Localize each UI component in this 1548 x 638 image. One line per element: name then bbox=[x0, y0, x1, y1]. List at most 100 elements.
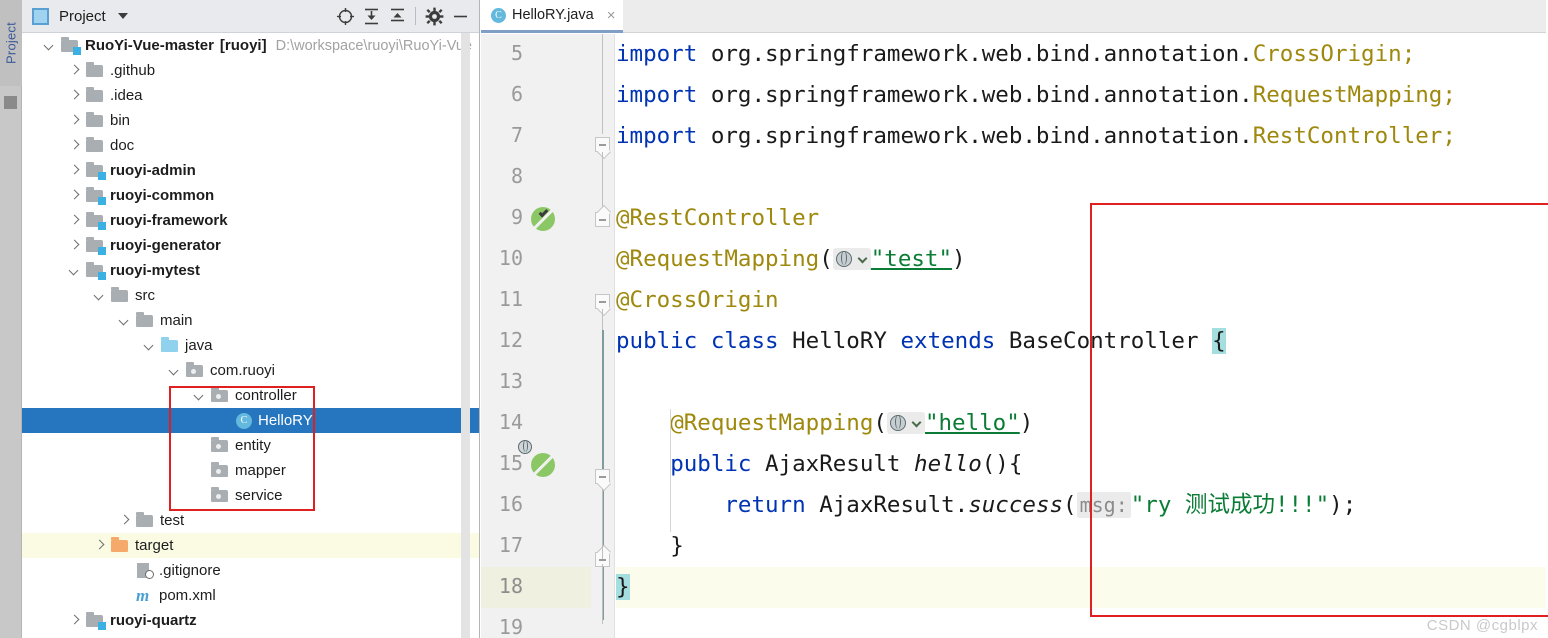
code-line-12[interactable]: public class HelloRY extends BaseControl… bbox=[616, 321, 1548, 362]
project-tree[interactable]: RuoYi-Vue-master [ruoyi] D:\workspace\ruoy… bbox=[22, 33, 479, 638]
hide-panel-icon[interactable] bbox=[447, 3, 473, 29]
chevron-right-icon[interactable] bbox=[67, 138, 82, 153]
chevron-down-icon[interactable] bbox=[92, 288, 107, 303]
fold-toggle-icon[interactable] bbox=[595, 469, 610, 484]
chevron-right-icon[interactable] bbox=[67, 213, 82, 228]
chevron-down-icon[interactable] bbox=[167, 363, 182, 378]
tree-row-entity[interactable]: entity bbox=[22, 433, 479, 458]
code-line-11[interactable]: @CrossOrigin bbox=[616, 280, 1548, 321]
tree-row--gitignore[interactable]: .gitignore bbox=[22, 558, 479, 583]
expand-all-icon[interactable] bbox=[358, 3, 384, 29]
tree-row-java[interactable]: java bbox=[22, 333, 479, 358]
code-line-15[interactable]: public AjaxResult hello(){ bbox=[616, 444, 1548, 485]
chevron-right-icon[interactable] bbox=[67, 238, 82, 253]
code-line-8[interactable] bbox=[616, 157, 1548, 198]
code-line-18[interactable]: } bbox=[616, 567, 1548, 608]
chevron-right-icon[interactable] bbox=[92, 538, 107, 553]
line-number-15[interactable]: 15 bbox=[481, 451, 523, 475]
tree-row-ruoyi-generator[interactable]: ruoyi-generator bbox=[22, 233, 479, 258]
chevron-right-icon[interactable] bbox=[117, 513, 132, 528]
editor-code-surface[interactable]: import org.springframework.web.bind.anno… bbox=[616, 34, 1548, 638]
locate-icon[interactable] bbox=[332, 3, 358, 29]
code-line-14[interactable]: @RequestMapping("hello") bbox=[616, 403, 1548, 444]
editor-fold-strip[interactable] bbox=[591, 34, 615, 638]
tree-row-pom-xml[interactable]: m pom.xml bbox=[22, 583, 479, 608]
code-line-13[interactable] bbox=[616, 362, 1548, 403]
excluded-folder-icon bbox=[111, 536, 130, 554]
tree-row-controller[interactable]: controller bbox=[22, 383, 479, 408]
line-number-17[interactable]: 17 bbox=[481, 533, 523, 557]
line-number-8[interactable]: 8 bbox=[481, 164, 523, 188]
chevron-down-icon[interactable] bbox=[117, 13, 128, 19]
tree-row-ruoyi-vue-master[interactable]: RuoYi-Vue-master [ruoyi] D:\workspace\ruoy… bbox=[22, 33, 479, 58]
chevron-down-icon[interactable] bbox=[67, 263, 82, 278]
code-line-10[interactable]: @RequestMapping("test") bbox=[616, 239, 1548, 280]
url-mapping-globe-icon[interactable] bbox=[832, 248, 871, 270]
tree-row-ruoyi-mytest[interactable]: ruoyi-mytest bbox=[22, 258, 479, 283]
chevron-right-icon[interactable] bbox=[67, 88, 82, 103]
project-toolbar-title: Project bbox=[59, 7, 106, 25]
tree-row-com-ruoyi[interactable]: com.ruoyi bbox=[22, 358, 479, 383]
tree-row-ruoyi-common[interactable]: ruoyi-common bbox=[22, 183, 479, 208]
tree-row-doc[interactable]: doc bbox=[22, 133, 479, 158]
editor-gutter[interactable]: 5 6 7 8 9 10 11 12 13 14 15 16 17 18 19 bbox=[481, 34, 591, 638]
chevron-down-icon[interactable] bbox=[142, 338, 157, 353]
tree-row--idea[interactable]: .idea bbox=[22, 83, 479, 108]
chevron-down-icon[interactable] bbox=[117, 313, 132, 328]
line-number-13[interactable]: 13 bbox=[481, 369, 523, 393]
project-tree-scrollbar[interactable] bbox=[461, 33, 470, 638]
tool-window-tab-project[interactable]: Project bbox=[0, 0, 22, 86]
line-number-7[interactable]: 7 bbox=[481, 123, 523, 147]
settings-gear-icon[interactable] bbox=[421, 3, 447, 29]
tree-row-ruoyi-admin[interactable]: ruoyi-admin bbox=[22, 158, 479, 183]
keyword-public: public bbox=[670, 451, 752, 477]
tree-row-ruoyi-quartz[interactable]: ruoyi-quartz bbox=[22, 608, 479, 633]
chevron-right-icon[interactable] bbox=[67, 613, 82, 628]
tree-row-label: ruoyi-common bbox=[110, 187, 215, 204]
tree-row-target[interactable]: target bbox=[22, 533, 479, 558]
close-icon[interactable]: × bbox=[607, 8, 616, 23]
chevron-right-icon[interactable] bbox=[67, 113, 82, 128]
tree-row-label: .github bbox=[110, 62, 156, 79]
tree-row-main[interactable]: main bbox=[22, 308, 479, 333]
tree-row-bin[interactable]: bin bbox=[22, 108, 479, 133]
line-number-14[interactable]: 14 bbox=[481, 410, 523, 434]
tree-row-test[interactable]: test bbox=[22, 508, 479, 533]
collapse-all-icon[interactable] bbox=[384, 3, 410, 29]
editor-tab-hellory[interactable]: C HelloRY.java × bbox=[481, 0, 624, 33]
line-number-11[interactable]: 11 bbox=[481, 287, 523, 311]
tree-row-ruoyi-framework[interactable]: ruoyi-framework bbox=[22, 208, 479, 233]
line-number-6[interactable]: 6 bbox=[481, 82, 523, 106]
tree-row-mapper[interactable]: mapper bbox=[22, 458, 479, 483]
chevron-down-icon[interactable] bbox=[42, 38, 57, 53]
code-line-7[interactable]: import org.springframework.web.bind.anno… bbox=[616, 116, 1548, 157]
tree-row-hellory[interactable]: C HelloRY bbox=[22, 408, 479, 433]
tree-row-service[interactable]: service bbox=[22, 483, 479, 508]
code-line-6[interactable]: import org.springframework.web.bind.anno… bbox=[616, 75, 1548, 116]
chevron-right-icon[interactable] bbox=[67, 163, 82, 178]
code-line-9[interactable]: @RestController bbox=[616, 198, 1548, 239]
code-line-5[interactable]: import org.springframework.web.bind.anno… bbox=[616, 34, 1548, 75]
chevron-down-icon[interactable] bbox=[192, 388, 207, 403]
line-number-9[interactable]: 9 bbox=[481, 205, 523, 229]
fold-toggle-icon[interactable] bbox=[595, 212, 610, 227]
code-line-16[interactable]: return AjaxResult.success(msg: "ry 测试成功!!… bbox=[616, 485, 1548, 526]
line-number-19[interactable]: 19 bbox=[481, 615, 523, 638]
line-number-18[interactable]: 18 bbox=[481, 574, 523, 598]
tree-row-label: src bbox=[135, 287, 155, 304]
chevron-right-icon[interactable] bbox=[67, 188, 82, 203]
chevron-right-icon[interactable] bbox=[67, 63, 82, 78]
spring-request-mapping-gutter-icon[interactable] bbox=[518, 440, 557, 479]
tree-row-src[interactable]: src bbox=[22, 283, 479, 308]
url-mapping-globe-icon[interactable] bbox=[886, 412, 925, 434]
spring-bean-gutter-icon[interactable] bbox=[531, 207, 557, 233]
method-name: hello bbox=[914, 451, 982, 477]
line-number-12[interactable]: 12 bbox=[481, 328, 523, 352]
fold-toggle-icon[interactable] bbox=[595, 294, 610, 309]
line-number-16[interactable]: 16 bbox=[481, 492, 523, 516]
line-number-10[interactable]: 10 bbox=[481, 246, 523, 270]
tree-row--github[interactable]: .github bbox=[22, 58, 479, 83]
line-number-5[interactable]: 5 bbox=[481, 41, 523, 65]
code-line-17[interactable]: } bbox=[616, 526, 1548, 567]
fold-toggle-icon[interactable] bbox=[595, 137, 610, 152]
